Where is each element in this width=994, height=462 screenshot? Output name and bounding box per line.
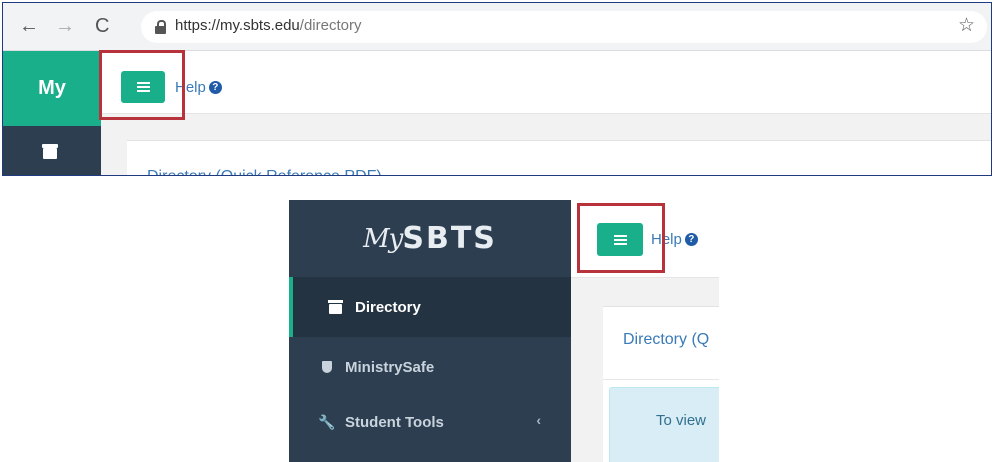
bookmark-star-icon[interactable]: ☆ xyxy=(958,14,975,37)
sidebar-item-ministrysafe[interactable]: MinistrySafe xyxy=(289,337,571,397)
brand-logo[interactable]: My xyxy=(3,51,101,126)
sidebar-item-label: Student Tools xyxy=(345,413,444,431)
main-content: Directory (Quick Reference PDF) xyxy=(101,114,991,175)
sidebar-item-directory[interactable]: Directory xyxy=(289,277,571,337)
archive-icon[interactable] xyxy=(42,144,58,159)
back-arrow-icon[interactable]: ← xyxy=(19,11,39,41)
sidebar-item-label: Directory xyxy=(355,298,421,316)
sidebar-item-student-tools[interactable]: 🔧 Student Tools ‹ xyxy=(289,392,571,452)
question-circle-icon: ? xyxy=(684,233,698,246)
directory-card: Directory (Q To view xyxy=(603,306,719,462)
address-bar[interactable]: https://my.sbts.edu/directory ☆ xyxy=(141,11,987,43)
browser-toolbar: ← → C https://my.sbts.edu/directory ☆ xyxy=(3,3,991,51)
lock-icon xyxy=(155,20,166,34)
sidebar: My SBTS Directory MinistrySafe 🔧 Student … xyxy=(289,200,571,462)
brand-logo[interactable]: My SBTS xyxy=(289,200,571,277)
info-text: To view xyxy=(656,412,707,429)
info-alert: To view xyxy=(609,387,719,462)
top-navbar: Help ? xyxy=(101,51,991,114)
archive-icon xyxy=(327,299,343,314)
card-title-link[interactable]: Directory (Q xyxy=(623,331,709,349)
bottom-screenshot: My SBTS Directory MinistrySafe 🔧 Student … xyxy=(289,200,719,462)
top-screenshot: ← → C https://my.sbts.edu/directory ☆ My… xyxy=(2,2,992,176)
highlight-box xyxy=(577,203,665,273)
brand-bold: SBTS xyxy=(402,221,497,256)
sidebar-item-label: MinistrySafe xyxy=(345,358,435,376)
url-text: https://my.sbts.edu/directory xyxy=(175,17,362,34)
reload-icon[interactable]: C xyxy=(95,11,109,41)
directory-card: Directory (Quick Reference PDF) xyxy=(127,140,991,175)
chevron-left-icon: ‹ xyxy=(536,412,541,428)
main-content: Directory (Q To view xyxy=(571,278,719,462)
card-title-link[interactable]: Directory (Quick Reference PDF) xyxy=(147,168,382,175)
sidebar xyxy=(3,126,101,175)
question-circle-icon: ? xyxy=(208,81,222,94)
wrench-icon: 🔧 xyxy=(318,413,336,430)
divider xyxy=(603,379,719,380)
brand-script: My xyxy=(363,223,403,254)
highlight-box xyxy=(99,50,185,120)
shield-icon xyxy=(319,360,335,374)
forward-arrow-icon[interactable]: → xyxy=(55,11,75,41)
